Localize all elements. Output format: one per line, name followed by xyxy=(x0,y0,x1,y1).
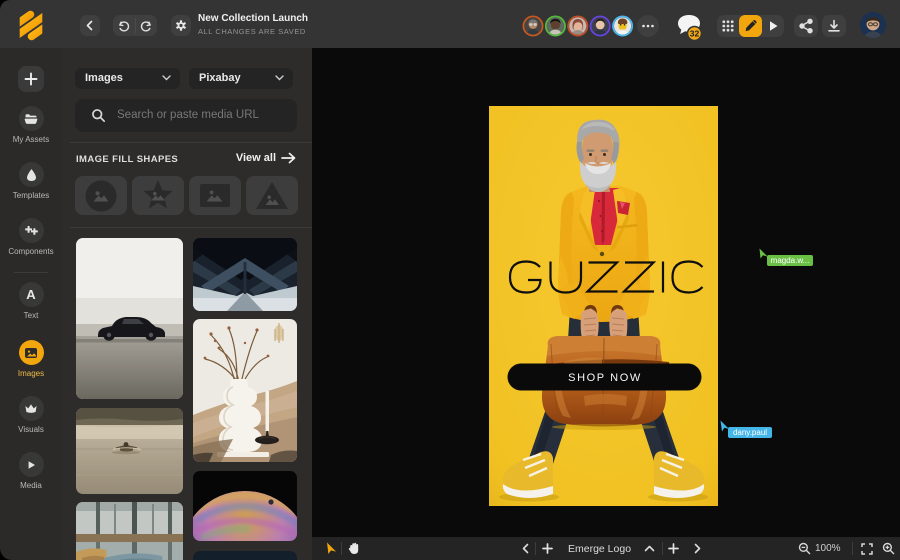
svg-text:32: 32 xyxy=(690,29,700,39)
svg-text:SHOP NOW: SHOP NOW xyxy=(568,372,642,384)
